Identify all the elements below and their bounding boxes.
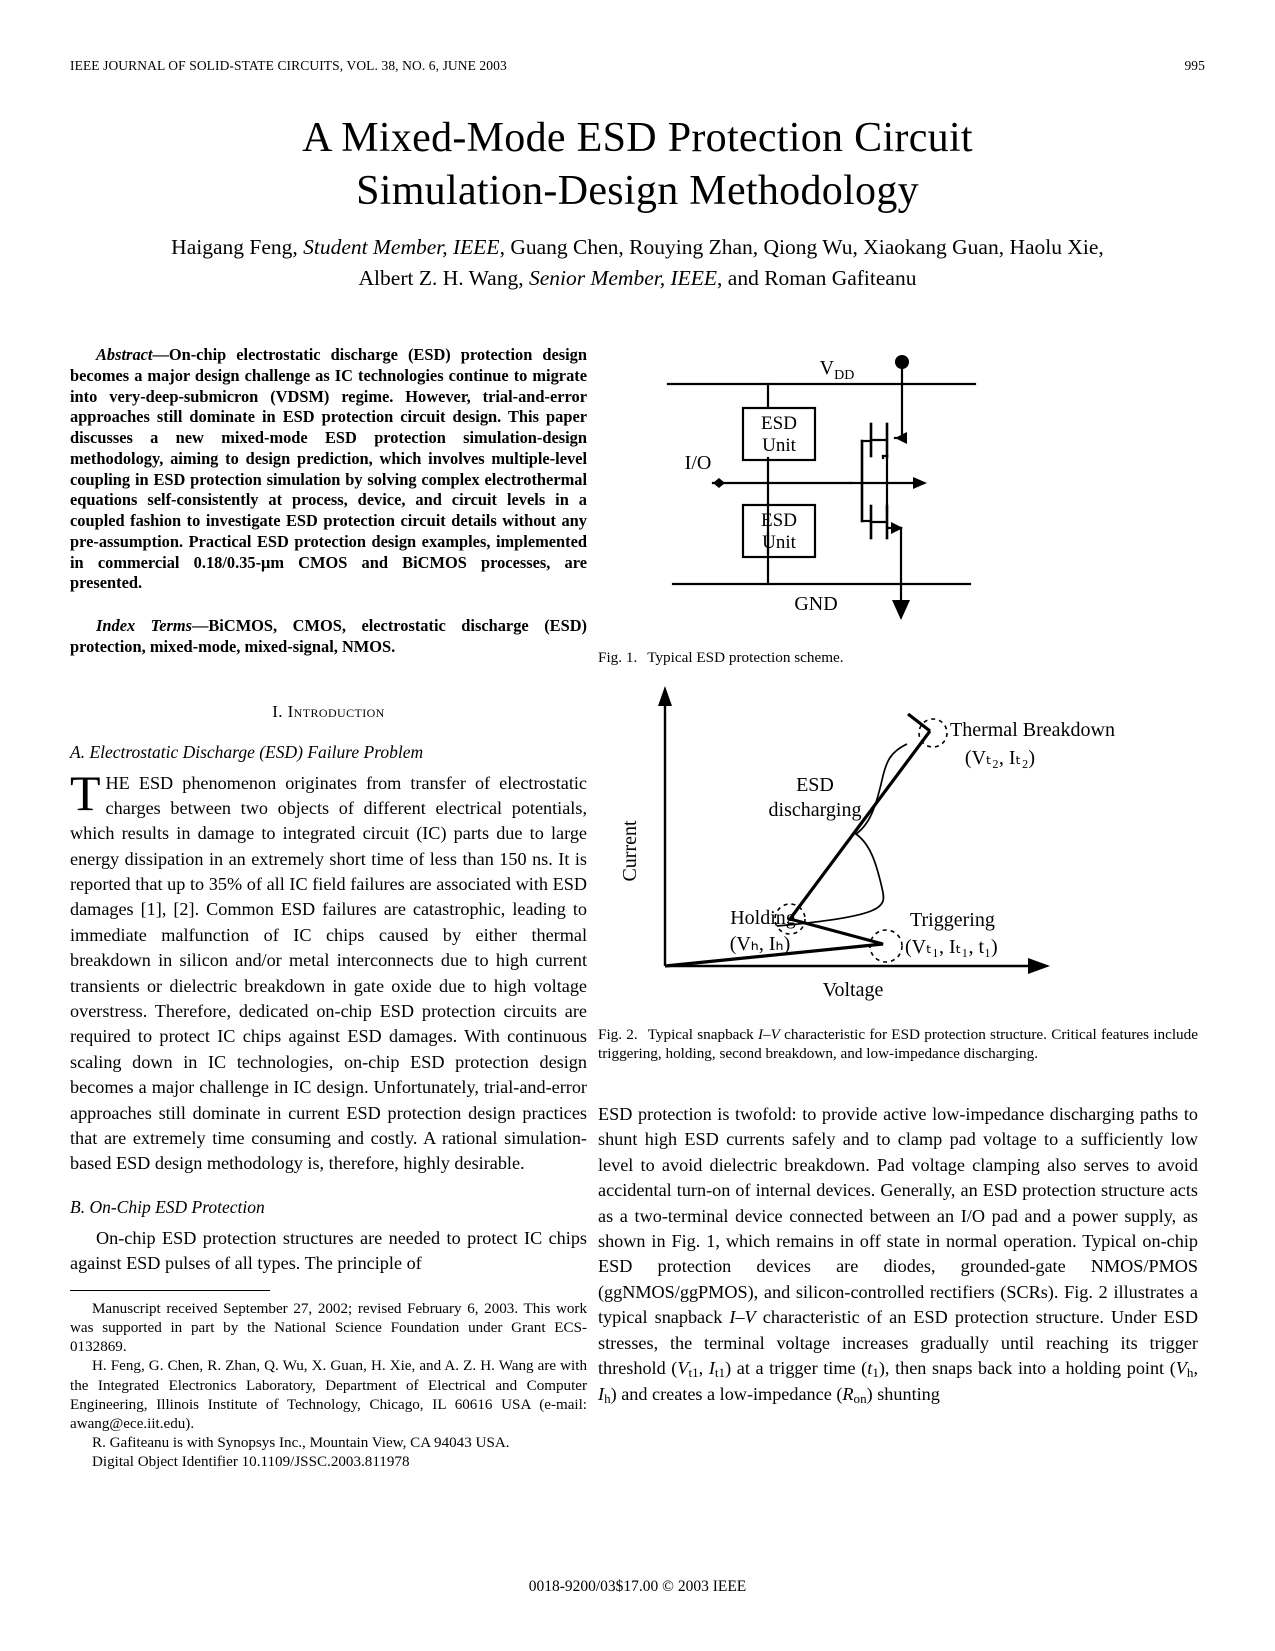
rc-p1-h: ) shunting <box>866 1384 940 1405</box>
index-terms-label: Index Terms <box>96 616 192 635</box>
esd-discharging-label-line2: discharging <box>769 799 862 821</box>
title-line-2: Simulation-Design Methodology <box>356 167 919 214</box>
snapback-iv-curve <box>664 730 932 968</box>
author-names-1: Haigang Feng, <box>171 235 304 259</box>
footnote-affiliation-2: R. Gafiteanu is with Synopsys Inc., Moun… <box>92 1435 510 1452</box>
right-column: ESD protection is twofold: to provide ac… <box>598 1102 1198 1408</box>
title-line-1: A Mixed-Mode ESD Protection Circuit <box>302 115 973 161</box>
author-names-1b: , Guang Chen, Rouying Zhan, Qiong Wu, Xi… <box>499 235 1104 259</box>
rc-p1-ron-sub: on <box>853 1390 867 1406</box>
figure-1-label: Fig. 1. <box>598 649 638 666</box>
abstract-paragraph: Abstract—On-chip electrostatic discharge… <box>70 345 587 594</box>
author-names-2: Albert Z. H. Wang, <box>358 266 529 291</box>
paper-page: IEEE JOURNAL OF SOLID-STATE CIRCUITS, VO… <box>0 0 1275 1651</box>
rc-p1-ron: R <box>842 1384 854 1405</box>
subsection-heading-a: A. Electrostatic Discharge (ESD) Failure… <box>70 741 424 762</box>
y-axis-label: Current <box>619 820 641 882</box>
thermal-breakdown-point-label: (Vₜ₂, Iₜ₂) <box>965 747 1035 769</box>
rc-p1-g: ) and creates a low-impedance ( <box>610 1384 843 1405</box>
left-column: Abstract—On-chip electrostatic discharge… <box>70 345 587 1277</box>
io-output-arrow <box>913 477 927 489</box>
vdd-node-dot <box>895 355 909 369</box>
figure-2-iv-chart: Current Voltage Thermal Breakdown (Vₜ₂, … <box>600 676 1198 1006</box>
x-axis-arrow <box>1028 958 1050 974</box>
rc-p1-vt1-sub: t1 <box>688 1364 699 1380</box>
right-column-paragraph-1: ESD protection is twofold: to provide ac… <box>598 1102 1198 1408</box>
page-number: 995 <box>1184 58 1205 73</box>
drop-cap: T <box>70 764 101 821</box>
rc-p1-d: ) at a trigger time ( <box>725 1357 868 1378</box>
figure-1-circuit-diagram: VDD GND I/O ESD Unit ESD Unit <box>655 338 1085 638</box>
author-list: Haigang Feng, Student Member, IEEE, Guan… <box>95 232 1180 294</box>
section-heading-introduction: I. Introduction <box>272 701 385 721</box>
io-label: I/O <box>685 452 712 474</box>
esd-unit-top-line1: ESD <box>761 413 797 434</box>
gnd-arrow <box>892 600 910 620</box>
esd-discharging-brace <box>776 743 908 927</box>
page-title: A Mixed-Mode ESD Protection Circuit Simu… <box>130 112 1145 217</box>
footnote-rule <box>70 1290 270 1291</box>
triggering-label: Triggering <box>910 909 995 931</box>
esd-unit-bottom-line2: Unit <box>762 532 797 553</box>
gnd-label: GND <box>794 593 837 615</box>
footnote-block: Manuscript received September 27, 2002; … <box>70 1300 587 1472</box>
thermal-breakdown-point-marker <box>918 718 948 748</box>
author-line-2: Albert Z. H. Wang, Senior Member, IEEE, … <box>95 263 1180 294</box>
triggering-point-label: (Vₜ₁, Iₜ₁, t₁) <box>905 936 998 958</box>
footnote-affiliation-1: H. Feng, G. Chen, R. Zhan, Q. Wu, X. Gua… <box>70 1358 587 1432</box>
index-terms-paragraph: Index Terms—BiCMOS, CMOS, electrostatic … <box>70 616 587 658</box>
author-names-2b: , and Roman Gafiteanu <box>717 266 917 291</box>
holding-label: Holding <box>730 907 796 929</box>
holding-point-label: (Vₕ, Iₕ) <box>730 933 791 955</box>
figure-1-caption: Fig. 1. Typical ESD protection scheme. <box>598 648 1198 667</box>
footnote-doi: Digital Object Identifier 10.1109/JSSC.2… <box>92 1454 410 1471</box>
rc-p1-iv: I–V <box>729 1307 756 1328</box>
figure-2-caption: Fig. 2. Typical snapback I–V characterist… <box>598 1025 1198 1063</box>
rc-p1-vh: V <box>1175 1357 1187 1378</box>
rc-p1-vt1: V <box>677 1357 689 1378</box>
footnote-manuscript: Manuscript received September 27, 2002; … <box>70 1301 587 1356</box>
esd-discharging-label-line1: ESD <box>796 774 834 796</box>
rc-p1-c: , <box>698 1357 709 1378</box>
intro-paragraph-b: On-chip ESD protection structures are ne… <box>70 1227 587 1274</box>
author-membership-2: Senior Member, IEEE <box>528 266 718 291</box>
intro-paragraph-a: T HE ESD phenomenon originates from trans… <box>70 764 587 1177</box>
rc-p1-f: , <box>1193 1357 1198 1378</box>
abstract-label: Abstract <box>96 345 153 364</box>
vdd-label: VDD <box>820 357 855 383</box>
intro-paragraph-a-text: HE ESD phenomenon originates from transf… <box>70 772 587 1174</box>
esd-unit-top-line2: Unit <box>762 435 797 456</box>
subsection-heading-b: B. On-Chip ESD Protection <box>70 1196 265 1217</box>
rc-p1-it1-sub: t1 <box>714 1364 726 1380</box>
journal-ref: IEEE JOURNAL OF SOLID-STATE CIRCUITS, VO… <box>70 58 507 73</box>
running-head: IEEE JOURNAL OF SOLID-STATE CIRCUITS, VO… <box>70 58 1205 74</box>
y-axis-arrow <box>658 686 672 706</box>
rc-p1-e: ), then snaps back into a holding point … <box>878 1357 1176 1378</box>
esd-unit-bottom-line1: ESD <box>761 510 797 531</box>
figure-2-caption-iv: I–V <box>758 1026 780 1043</box>
author-line-1: Haigang Feng, Student Member, IEEE, Guan… <box>95 232 1180 263</box>
figure-1-caption-text: Typical ESD protection scheme. <box>647 649 844 666</box>
figure-2-caption-text-a: Typical snapback <box>647 1026 758 1043</box>
rc-p1-a: ESD protection is twofold: to provide ac… <box>598 1104 1198 1328</box>
thermal-breakdown-label: Thermal Breakdown <box>950 719 1115 741</box>
figure-2-label: Fig. 2. <box>598 1026 638 1043</box>
x-axis-label: Voltage <box>823 979 884 1001</box>
io-terminal-marker <box>713 478 725 488</box>
page-footer: 0018-9200/03$17.00 © 2003 IEEE <box>528 1578 747 1595</box>
abstract-text: —On-chip electrostatic discharge (ESD) p… <box>70 345 587 593</box>
author-membership-1: Student Member, IEEE <box>303 235 500 259</box>
